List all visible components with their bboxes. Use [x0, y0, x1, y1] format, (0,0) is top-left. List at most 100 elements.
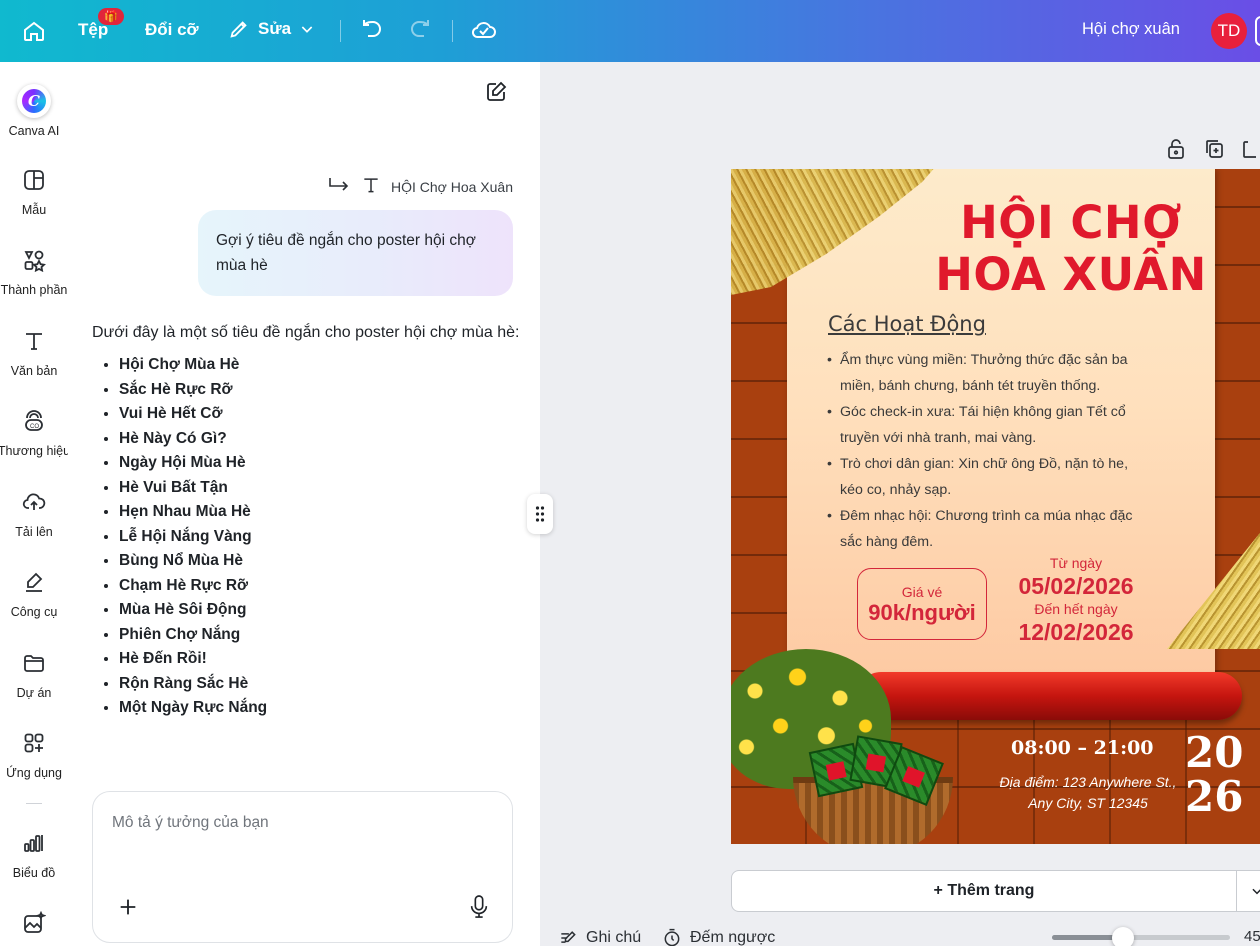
list-item: Chạm Hè Rực Rỡ — [119, 574, 522, 599]
pencil-icon — [228, 18, 250, 40]
list-item: Đêm nhạc hội: Chương trình ca múa nhạc đ… — [827, 503, 1147, 555]
compose-icon — [487, 81, 507, 101]
new-chat-button[interactable] — [484, 80, 508, 109]
rail-item-canva-ai[interactable]: C Canva AI — [0, 84, 68, 138]
timer-label: Đếm ngược — [690, 929, 776, 946]
prompt-input[interactable]: Mô tả ý tưởng của bạn — [92, 791, 513, 943]
ticket-price: 90k/người — [868, 600, 976, 625]
from-date: 05/02/2026 — [1018, 573, 1134, 599]
rail-item-upload[interactable]: Tải lên — [0, 490, 68, 539]
zoom-slider[interactable] — [1052, 927, 1230, 946]
rail-separator — [26, 803, 42, 804]
duplicate-icon — [1206, 140, 1223, 158]
design-canvas-area: HỘI CHỢ HOA XUÂN Các Hoạt Động Ẩm thực v… — [540, 62, 1260, 946]
design-title[interactable]: Hội chợ xuân — [1082, 20, 1180, 39]
text-icon — [22, 329, 46, 358]
brand-icon: CO — [22, 409, 46, 438]
user-message-text: Gợi ý tiêu đề ngắn cho poster hội chợ mù… — [216, 232, 476, 274]
redo-button[interactable] — [408, 18, 432, 42]
rail-label: Mẫu — [21, 203, 47, 217]
folder-icon — [22, 651, 46, 680]
poster-title[interactable]: HỘI CHỢ HOA XUÂN — [881, 197, 1260, 301]
magic-image-icon — [22, 910, 47, 940]
rail-label: Biểu đồ — [12, 866, 56, 880]
list-item: Một Ngày Rực Nắng — [119, 696, 522, 721]
rail-item-text[interactable]: Văn bản — [0, 329, 68, 378]
rail-item-brand[interactable]: CO Thương hiệu — [0, 409, 71, 458]
timer-icon — [664, 928, 680, 946]
gift-badge: 🎁 — [98, 8, 124, 25]
svg-text:CO: CO — [30, 424, 39, 430]
red-scroll-roll — [857, 672, 1242, 720]
canva-ai-icon: C — [17, 84, 51, 118]
user-message: Gợi ý tiêu đề ngắn cho poster hội chợ mù… — [198, 210, 513, 296]
home-button[interactable] — [22, 19, 46, 43]
list-item: Lễ Hội Nắng Vàng — [119, 525, 522, 550]
duplicate-page-button[interactable] — [1204, 138, 1224, 165]
redo-icon — [408, 18, 432, 42]
unlock-button[interactable] — [1166, 138, 1186, 165]
rail-item-tools[interactable]: Công cụ — [0, 570, 68, 619]
add-attachment-button[interactable] — [117, 896, 139, 923]
rail-label: Canva AI — [8, 124, 60, 138]
cloud-check-icon — [471, 18, 497, 42]
list-item: Phiên Chợ Nắng — [119, 623, 522, 648]
rail-item-templates[interactable]: Mẫu — [0, 168, 68, 217]
from-label: Từ ngày — [1049, 555, 1103, 571]
avatar[interactable]: TD — [1211, 13, 1247, 49]
suggestion-list: Hội Chợ Mùa Hè Sắc Hè Rực Rỡ Vui Hè Hết … — [92, 353, 522, 721]
reference-label: HỘI Chợ Hoa Xuân — [390, 178, 513, 195]
zoom-slider-handle[interactable] — [1112, 927, 1135, 946]
edit-menu-button[interactable]: Sửa — [228, 18, 315, 40]
rail-label: Thương hiệu — [0, 444, 71, 458]
ai-response: Dưới đây là một số tiêu đề ngắn cho post… — [92, 321, 522, 721]
upload-icon — [22, 490, 46, 519]
poster-page[interactable]: HỘI CHỢ HOA XUÂN Các Hoạt Động Ẩm thực v… — [731, 169, 1260, 844]
rail-item-projects[interactable]: Dự án — [0, 651, 68, 700]
undo-icon — [360, 18, 384, 42]
prompt-placeholder: Mô tả ý tưởng của bạn — [112, 814, 269, 831]
notes-button[interactable]: Ghi chú — [558, 928, 641, 946]
rail-item-apps[interactable]: Ứng dụng — [0, 731, 68, 780]
top-bar: Tệp 🎁 Đổi cỡ Sửa Hội chợ xuân TD — [0, 0, 1260, 62]
rail-item-elements[interactable]: Thành phần — [0, 248, 68, 297]
chevron-down-icon — [1251, 888, 1260, 895]
ticket-label: Giá vé — [901, 584, 943, 600]
list-item: Bùng Nổ Mùa Hè — [119, 549, 522, 574]
event-dates[interactable]: Từ ngày 05/02/2026 Đến hết ngày 12/02/20… — [1001, 554, 1151, 646]
rail-item-magic-media[interactable] — [0, 910, 68, 940]
panel-resize-handle[interactable] — [527, 494, 553, 534]
toolbar-divider — [340, 20, 341, 42]
add-page-button[interactable]: + Thêm trang — [731, 870, 1237, 912]
apps-icon — [22, 731, 46, 760]
event-year[interactable]: 20 26 — [1185, 731, 1243, 819]
list-item: Trò chơi dân gian: Xin chữ ông Đồ, nặn t… — [827, 451, 1147, 503]
templates-icon — [22, 168, 46, 197]
tools-icon — [22, 570, 46, 599]
rail-label: Dự án — [16, 686, 52, 700]
to-date: 12/02/2026 — [1018, 619, 1134, 645]
notes-label: Ghi chú — [586, 929, 642, 946]
list-item: Hè Đến Rồi! — [119, 647, 522, 672]
event-address[interactable]: Địa điểm: 123 Anywhere St., Any City, ST… — [993, 772, 1183, 814]
list-item: Vui Hè Hết Cỡ — [119, 402, 522, 427]
cloud-saved-button[interactable] — [471, 18, 497, 42]
ticket-price-box[interactable]: Giá vé 90k/người — [857, 568, 987, 640]
add-page-icon-button[interactable] — [1242, 138, 1256, 165]
zoom-level[interactable]: 45 — [1244, 928, 1260, 945]
resize-button[interactable]: Đổi cỡ — [145, 20, 199, 40]
elements-icon — [22, 248, 46, 277]
rail-item-charts[interactable]: Biểu đồ — [0, 831, 68, 880]
event-time[interactable]: 08:00 – 21:00 — [1011, 737, 1154, 759]
activities-list[interactable]: Ẩm thực vùng miền: Thưởng thức đặc sản b… — [827, 347, 1147, 555]
timer-button[interactable]: Đếm ngược — [662, 928, 775, 946]
chevron-down-icon — [299, 21, 315, 37]
share-button-edge[interactable] — [1255, 16, 1260, 46]
rail-label: Thành phần — [0, 283, 68, 297]
voice-input-button[interactable] — [468, 894, 490, 925]
activities-heading[interactable]: Các Hoạt Động — [828, 312, 986, 336]
to-label: Đến hết ngày — [1034, 601, 1118, 617]
add-page-options-button[interactable] — [1237, 870, 1260, 912]
add-page-icon — [1243, 141, 1256, 158]
undo-button[interactable] — [360, 18, 384, 42]
